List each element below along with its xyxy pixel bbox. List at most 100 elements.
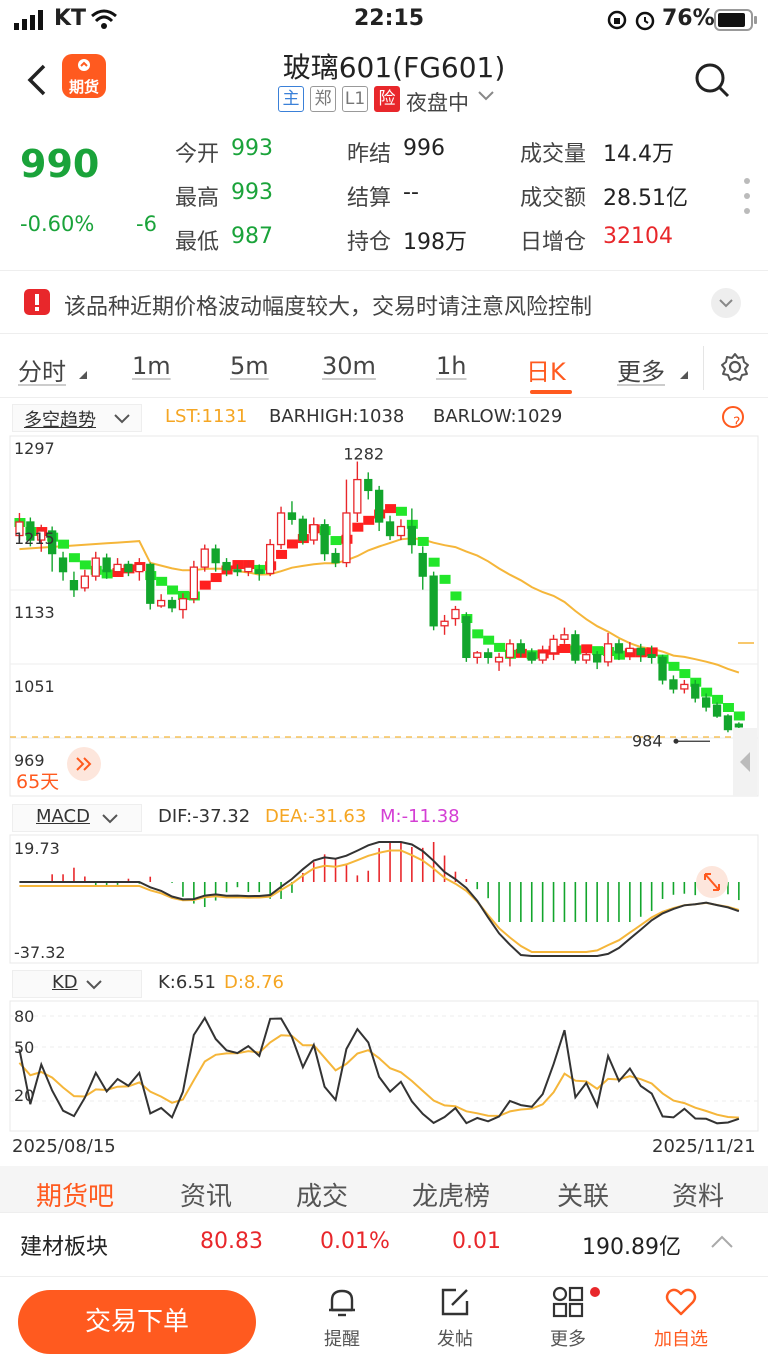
macd-chart[interactable]: 19.73 -37.32: [0, 834, 768, 964]
tag-level: L1: [342, 86, 368, 112]
trend-block: [450, 591, 462, 601]
candle: [342, 512, 351, 564]
open-interest-value: 198万: [403, 230, 467, 255]
low-value: 987: [231, 224, 273, 249]
expand-notice-icon[interactable]: [710, 287, 742, 319]
nav-add-watchlist[interactable]: 加自选: [641, 1285, 721, 1351]
tab-30m[interactable]: 30m: [322, 352, 376, 380]
kd-chart[interactable]: 80 50 20: [0, 1000, 768, 1132]
chevron-down-icon[interactable]: [102, 814, 118, 824]
tab-futures-forum[interactable]: 期货吧: [36, 1176, 114, 1213]
main-indicator-name[interactable]: 多空趋势: [24, 406, 96, 432]
sector-value: 80.83: [200, 1229, 263, 1254]
chevron-down-icon[interactable]: [478, 91, 494, 101]
candle: [505, 643, 515, 659]
high-label: 最高: [175, 186, 220, 211]
candle: [582, 654, 591, 661]
trend-block: [559, 643, 571, 653]
clock: 22:15: [354, 6, 425, 31]
notification-dot: [590, 1287, 600, 1297]
candle: [625, 647, 634, 654]
tab-intraday[interactable]: 分时: [18, 352, 66, 387]
tab-more[interactable]: 更多: [617, 352, 665, 387]
tab-trades[interactable]: 成交: [296, 1176, 348, 1213]
trend-block: [156, 576, 168, 586]
chevron-down-icon[interactable]: [86, 980, 102, 990]
candle: [538, 652, 547, 661]
candle: [702, 697, 711, 708]
candle: [658, 656, 667, 681]
trend-block: [79, 560, 91, 570]
chevron-down-icon[interactable]: [114, 414, 130, 424]
tab-1m[interactable]: 1m: [132, 352, 171, 380]
macd-name[interactable]: MACD: [36, 806, 90, 827]
candle: [80, 575, 89, 589]
tab-5m[interactable]: 5m: [230, 352, 269, 380]
candle: [331, 552, 340, 564]
candle: [440, 620, 449, 627]
candle: [353, 478, 362, 514]
nav-more-label: 更多: [550, 1329, 586, 1350]
bottom-bar: 交易下单 提醒 发帖 更多 加自选: [0, 1276, 768, 1366]
kd-name[interactable]: KD: [52, 972, 78, 993]
prev-settle-label: 昨结: [347, 142, 392, 167]
chevron-up-icon[interactable]: [710, 1235, 734, 1249]
candle: [287, 512, 297, 520]
tab-leaderboard[interactable]: 龙虎榜: [412, 1176, 490, 1213]
trade-button[interactable]: 交易下单: [18, 1290, 256, 1354]
help-icon[interactable]: ?: [722, 406, 744, 431]
candle: [178, 598, 188, 611]
open-value: 993: [231, 136, 273, 161]
candle: [265, 543, 275, 575]
candle: [167, 599, 177, 609]
tab-related[interactable]: 关联: [557, 1176, 609, 1213]
trend-block: [428, 557, 440, 567]
alarm-icon: [635, 11, 655, 31]
sector-change: 0.01: [452, 1229, 501, 1254]
wifi-icon: [91, 9, 117, 29]
period-tabs: 分时 1m 5m 30m 1h 日K 更多: [0, 338, 768, 398]
candle: [200, 548, 209, 568]
candle: [244, 566, 253, 573]
sector-row[interactable]: 建材板块 80.83 0.01% 0.01 190.89亿: [0, 1212, 768, 1274]
nav-alert[interactable]: 提醒: [302, 1285, 382, 1351]
nav-post[interactable]: 发帖: [415, 1285, 495, 1351]
lst-value: LST:1131: [165, 406, 248, 427]
prev-settle-value: 996: [403, 136, 445, 161]
risk-notice[interactable]: 该品种近期价格波动幅度较大，交易时请注意风险控制: [0, 270, 768, 334]
session-status[interactable]: 夜盘中: [406, 91, 469, 115]
trend-block: [668, 661, 680, 671]
candlestick-chart[interactable]: 1297 1215 1133 1051 969 1282 984 65天: [0, 434, 768, 800]
search-icon[interactable]: [692, 60, 732, 100]
trend-block: [385, 504, 397, 514]
candle: [483, 652, 493, 659]
divider: [703, 346, 704, 390]
candle: [233, 569, 242, 573]
tab-profile[interactable]: 资料: [672, 1176, 724, 1213]
candle: [309, 524, 318, 541]
kd-d: D:8.76: [224, 972, 285, 993]
tab-daily-k[interactable]: 日K: [526, 352, 566, 387]
gear-icon[interactable]: [720, 352, 750, 382]
candle: [135, 563, 144, 573]
candle: [669, 679, 678, 690]
trend-block: [330, 536, 342, 546]
settle-value: --: [403, 180, 419, 205]
more-vertical-icon[interactable]: [742, 176, 752, 216]
tag-exchange: 郑: [310, 86, 336, 112]
candle: [451, 608, 460, 620]
candle: [571, 634, 580, 661]
turnover-value: 28.51亿: [603, 186, 688, 211]
kd-k: K:6.51: [158, 972, 216, 993]
candle: [385, 521, 395, 537]
trend-block: [733, 711, 745, 721]
tab-1h[interactable]: 1h: [436, 352, 466, 380]
tab-news[interactable]: 资讯: [180, 1176, 232, 1213]
trend-block: [417, 536, 429, 546]
candle: [102, 557, 111, 573]
last-price: 990: [20, 142, 100, 186]
volume-value: 14.4万: [603, 142, 674, 167]
tab-triangle-icon: [79, 371, 87, 379]
candle: [58, 557, 68, 573]
candle: [560, 634, 569, 640]
